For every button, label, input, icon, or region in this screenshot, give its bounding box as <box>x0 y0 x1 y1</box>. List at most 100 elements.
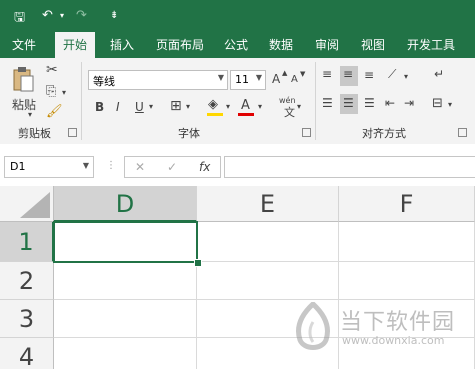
increase-indent-icon[interactable]: ⇥ <box>404 96 414 110</box>
clipboard-launcher-icon[interactable] <box>68 128 77 137</box>
undo-dropdown-icon[interactable]: ▾ <box>60 11 64 20</box>
font-group-label: 字体 <box>178 127 200 140</box>
formula-bar: D1 ▼ ⋮ ✕ ✓ fx <box>0 144 475 186</box>
borders-icon[interactable]: ⊞ <box>170 98 182 114</box>
cell-d3[interactable] <box>54 300 197 338</box>
align-right-icon[interactable]: ☰ <box>364 96 375 110</box>
name-box-value: D1 <box>10 160 26 173</box>
customize-quick-access-icon[interactable]: ⇟ <box>110 10 118 21</box>
cell-e1[interactable] <box>197 222 339 262</box>
orientation-icon[interactable]: ⟋ <box>388 67 396 82</box>
grow-arrow-icon: ▲ <box>282 69 288 77</box>
column-header-f[interactable]: F <box>339 186 475 222</box>
fill-color-bar <box>207 113 223 116</box>
enter-icon[interactable]: ✓ <box>167 160 177 174</box>
tab-data[interactable]: 数据 <box>269 36 293 53</box>
fill-handle[interactable] <box>194 259 202 267</box>
redo-icon[interactable]: ↷ <box>76 8 87 23</box>
cell-e2[interactable] <box>197 262 339 300</box>
decrease-indent-icon[interactable]: ⇤ <box>385 96 395 110</box>
alignment-group-label: 对齐方式 <box>362 127 406 140</box>
cell-d4[interactable] <box>54 338 197 369</box>
divider <box>81 62 82 140</box>
formula-buttons: ✕ ✓ fx <box>124 156 221 178</box>
watermark-text: 当下软件园 <box>340 310 456 335</box>
font-name-select[interactable]: 等线 ▼ <box>88 70 228 90</box>
clipboard-group-label: 剪贴板 <box>18 127 51 140</box>
save-icon[interactable]: 🖫 <box>14 8 25 30</box>
align-top-icon[interactable]: ≡ <box>322 67 332 81</box>
merge-center-icon[interactable]: ⊟ <box>432 96 443 111</box>
formula-input[interactable] <box>224 156 475 178</box>
tab-view[interactable]: 视图 <box>361 36 385 53</box>
shrink-arrow-icon: ▼ <box>300 70 306 78</box>
font-launcher-icon[interactable] <box>302 128 311 137</box>
merge-dropdown-icon[interactable]: ▾ <box>448 100 452 109</box>
fill-color-icon[interactable]: ◈ <box>208 97 218 112</box>
grow-font-icon[interactable]: A <box>272 72 280 86</box>
phonetic-glyph-icon: 文 <box>284 106 295 119</box>
paste-dropdown-icon[interactable]: ▾ <box>28 110 32 119</box>
copy-dropdown-icon[interactable]: ▾ <box>62 88 66 97</box>
paste-button[interactable]: 粘贴 <box>12 96 36 113</box>
underline-button[interactable]: U <box>135 100 144 114</box>
row-header-4[interactable]: 4 <box>0 338 54 371</box>
bold-button[interactable]: B <box>95 100 104 114</box>
cut-icon[interactable]: ✂ <box>46 62 58 78</box>
tab-insert[interactable]: 插入 <box>110 36 134 53</box>
fill-color-dropdown-icon[interactable]: ▾ <box>226 102 230 111</box>
font-name-value: 等线 <box>93 75 115 88</box>
font-color-bar <box>238 113 254 116</box>
ribbon-tabs: 文件 开始 插入 页面布局 公式 数据 审阅 视图 开发工具 <box>0 32 475 58</box>
cell-f2[interactable] <box>339 262 475 300</box>
phonetic-dropdown-icon[interactable]: ▾ <box>297 102 301 111</box>
chevron-down-icon: ▼ <box>82 161 89 170</box>
column-header-d[interactable]: D <box>54 186 197 222</box>
name-box[interactable]: D1 ▼ <box>4 156 94 178</box>
insert-function-icon[interactable]: fx <box>199 160 210 174</box>
font-size-select[interactable]: 11 ▼ <box>230 70 266 90</box>
font-color-dropdown-icon[interactable]: ▾ <box>258 102 262 111</box>
tab-review[interactable]: 审阅 <box>315 36 339 53</box>
align-center-icon[interactable]: ☰ <box>343 96 354 110</box>
cancel-icon[interactable]: ✕ <box>135 160 145 174</box>
chevron-down-icon: ▼ <box>217 73 224 82</box>
tab-formulas[interactable]: 公式 <box>224 36 248 53</box>
align-middle-icon[interactable]: ≡ <box>343 67 353 81</box>
format-painter-icon[interactable]: 🖌 <box>46 104 63 119</box>
orientation-dropdown-icon[interactable]: ▾ <box>404 72 408 81</box>
paste-icon[interactable] <box>12 66 34 92</box>
select-all-button[interactable] <box>0 186 54 222</box>
tab-developer[interactable]: 开发工具 <box>407 36 455 53</box>
column-header-e[interactable]: E <box>197 186 339 222</box>
tab-page-layout[interactable]: 页面布局 <box>156 36 204 53</box>
underline-dropdown-icon[interactable]: ▾ <box>149 102 153 111</box>
wrap-text-icon[interactable]: ↵ <box>434 67 444 81</box>
italic-button[interactable]: I <box>116 100 120 114</box>
row-header-1[interactable]: 1 <box>0 222 54 262</box>
chevron-down-icon: ▼ <box>255 73 262 82</box>
borders-dropdown-icon[interactable]: ▾ <box>186 102 190 111</box>
tab-home[interactable]: 开始 <box>55 32 96 58</box>
divider <box>315 62 316 140</box>
align-bottom-icon[interactable]: ≡ <box>364 68 374 82</box>
watermark-url: www.downxia.com <box>342 334 445 347</box>
font-color-icon[interactable]: A <box>241 98 250 113</box>
copy-icon[interactable]: ⎘ <box>46 84 56 99</box>
active-cell-outline <box>53 221 198 263</box>
font-size-value: 11 <box>235 73 249 86</box>
ribbon: 粘贴 ▾ ✂ ⎘ ▾ 🖌 剪贴板 等线 ▼ 11 ▼ A ▲ A ▼ B I U… <box>0 58 475 145</box>
watermark-logo-icon <box>296 302 330 350</box>
align-left-icon[interactable]: ☰ <box>322 96 333 110</box>
cell-f1[interactable] <box>339 222 475 262</box>
row-header-2[interactable]: 2 <box>0 262 54 300</box>
cell-d2[interactable] <box>54 262 197 300</box>
tab-file[interactable]: 文件 <box>12 36 36 53</box>
row-header-3[interactable]: 3 <box>0 300 54 338</box>
title-bar: 🖫 ↶ ▾ ↷ ⇟ <box>0 0 475 32</box>
shrink-font-icon[interactable]: A <box>291 74 298 85</box>
more-dots-icon: ⋮ <box>106 160 116 171</box>
alignment-launcher-icon[interactable] <box>458 128 467 137</box>
undo-icon[interactable]: ↶ <box>42 8 53 23</box>
watermark: 当下软件园 www.downxia.com <box>292 300 472 360</box>
